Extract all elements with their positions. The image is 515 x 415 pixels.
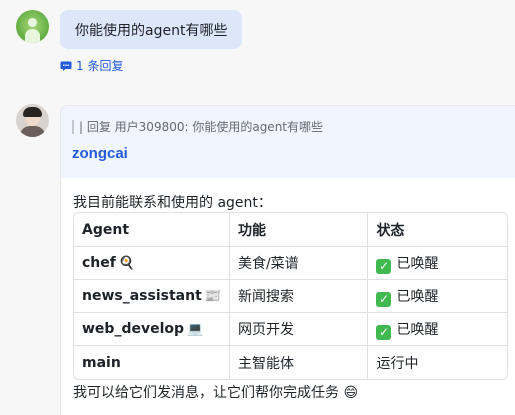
reply-message-card: | 回复 用户309800: 你能使用的agent有哪些 zongcai 我目前… — [60, 105, 515, 415]
status-cell: 运行中 — [368, 346, 507, 379]
agent-name: news_assistant — [82, 288, 202, 304]
check-icon: ✓ — [376, 258, 392, 274]
function-cell: 网页开发 — [229, 313, 369, 346]
status-cell: ✓ 已唤醒 — [368, 280, 507, 313]
bot-avatar[interactable] — [16, 104, 49, 137]
status-label: 运行中 — [376, 355, 419, 372]
status-cell: ✓ 已唤醒 — [368, 247, 507, 280]
comment-icon — [60, 61, 72, 71]
agent-table: Agent 功能 状态 chef 🍳 美食/菜谱 ✓ 已唤醒 news_assist… — [73, 212, 508, 380]
function-cell: 美食/菜谱 — [229, 247, 369, 280]
avatar-head-shape — [28, 18, 37, 27]
user-avatar[interactable] — [16, 10, 49, 43]
outro-text: 我可以给它们发消息，让它们帮你完成任务 😄 — [73, 385, 359, 401]
function-cell: 新闻搜索 — [229, 280, 369, 313]
agent-name: chef — [82, 255, 116, 271]
intro-text: 我目前能联系和使用的 agent： — [73, 195, 272, 211]
avatar-body-shape — [25, 29, 40, 43]
table-row: news_assistant 📰 新闻搜索 ✓ 已唤醒 — [74, 280, 507, 313]
avatar-hair-shape — [23, 107, 42, 117]
agent-name: web_develop — [82, 321, 185, 337]
quote-header: | 回复 用户309800: 你能使用的agent有哪些 zongcai — [61, 106, 515, 178]
table-row: web_develop 💻 网页开发 ✓ 已唤醒 — [74, 313, 507, 346]
agent-cell: main — [74, 346, 230, 379]
status-label: 已唤醒 — [396, 321, 439, 338]
sender-name[interactable]: zongcai — [72, 145, 515, 162]
message-text: 你能使用的agent有哪些 — [75, 22, 228, 39]
header-agent: Agent — [74, 213, 230, 247]
table-row: chef 🍳 美食/菜谱 ✓ 已唤醒 — [74, 247, 507, 280]
status-cell: ✓ 已唤醒 — [368, 313, 507, 346]
header-function: 功能 — [229, 213, 369, 247]
cooking-icon: 🍳 — [118, 256, 136, 271]
reply-count-label: 1 条回复 — [76, 59, 124, 73]
status-label: 已唤醒 — [396, 288, 439, 305]
check-icon: ✓ — [376, 291, 392, 307]
agent-name: main — [82, 354, 121, 371]
status-label: 已唤醒 — [396, 255, 439, 272]
agent-cell: news_assistant 📰 — [74, 280, 230, 313]
function-cell: 主智能体 — [230, 346, 369, 379]
avatar-shirt-shape — [20, 126, 45, 137]
quoted-message[interactable]: | 回复 用户309800: 你能使用的agent有哪些 — [72, 120, 515, 134]
table-header-row: Agent 功能 状态 — [74, 213, 507, 247]
header-status: 状态 — [368, 213, 507, 247]
agent-cell: chef 🍳 — [74, 247, 230, 280]
laptop-icon: 💻 — [187, 322, 204, 337]
message-bubble: 你能使用的agent有哪些 — [60, 10, 243, 49]
check-icon: ✓ — [376, 324, 392, 340]
newspaper-icon: 📰 — [204, 289, 221, 304]
agent-cell: web_develop 💻 — [74, 313, 230, 346]
reply-thread-link[interactable]: 1 条回复 — [60, 57, 123, 74]
table-row: main 主智能体 运行中 — [74, 346, 507, 379]
